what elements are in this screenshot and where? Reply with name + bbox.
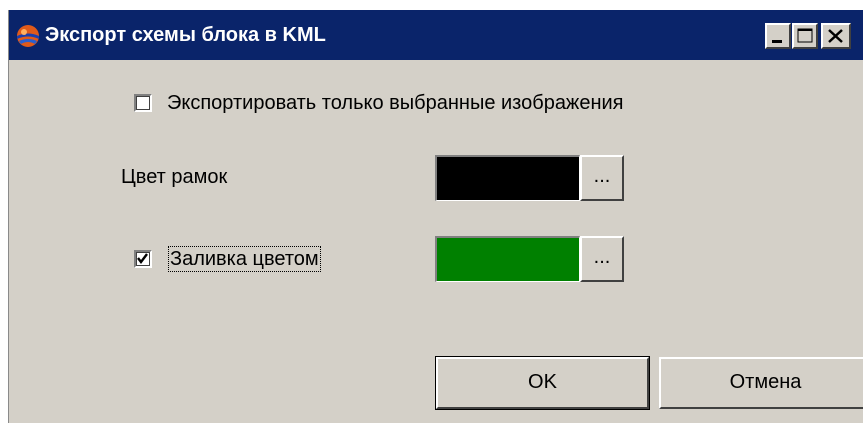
frame-color-picker-button[interactable]: ... xyxy=(580,155,624,201)
export-selected-only-checkbox[interactable] xyxy=(134,94,152,112)
export-selected-only-label[interactable]: Экспортировать только выбранные изображе… xyxy=(167,91,623,115)
minimize-icon xyxy=(772,40,782,43)
ok-button[interactable]: OK xyxy=(435,356,650,410)
maximize-button[interactable] xyxy=(792,23,818,49)
frame-color-label: Цвет рамок xyxy=(121,166,228,188)
fill-color-label[interactable]: Заливка цветом xyxy=(168,246,321,272)
window-title: Экспорт схемы блока в KML xyxy=(45,24,326,46)
export-kml-dialog: Экспорт схемы блока в KML Экспортировать… xyxy=(8,10,863,423)
close-icon xyxy=(828,29,843,43)
frame-color-swatch xyxy=(435,155,580,201)
close-button[interactable] xyxy=(821,23,851,49)
title-bar[interactable]: Экспорт схемы блока в KML xyxy=(9,10,863,60)
fill-color-picker-button[interactable]: ... xyxy=(580,236,624,282)
checkmark-icon xyxy=(137,253,148,264)
fill-color-checkbox[interactable] xyxy=(134,250,152,268)
cancel-button[interactable]: Отмена xyxy=(659,357,863,409)
maximize-icon xyxy=(797,28,813,43)
fill-color-swatch xyxy=(435,236,580,282)
minimize-button[interactable] xyxy=(765,23,791,49)
app-logo-icon xyxy=(17,25,39,47)
